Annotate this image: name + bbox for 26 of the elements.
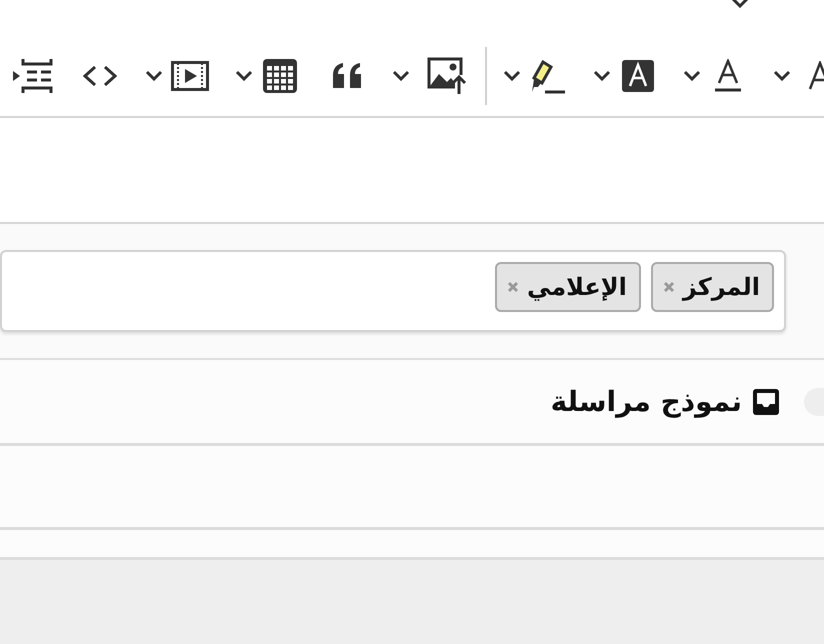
- font-background-icon: [622, 60, 654, 92]
- font-color-icon: [714, 59, 742, 93]
- tag-label: الإعلامي: [526, 273, 627, 301]
- close-icon: [662, 281, 675, 293]
- close-icon: [506, 281, 519, 293]
- quote-icon: [331, 63, 363, 89]
- highlighter-icon: [529, 58, 567, 94]
- table-icon: [263, 59, 297, 93]
- section-title: نموذج مراسلة: [550, 385, 742, 418]
- chevron-down-icon: [235, 70, 253, 82]
- font-size-icon: [808, 61, 824, 91]
- chevron-down-icon: [683, 70, 701, 82]
- chevron-down-icon: [593, 70, 611, 82]
- toolbar-button[interactable]: [13, 56, 53, 96]
- chevron-down-icon: [773, 70, 791, 82]
- code-icon: [83, 65, 117, 87]
- indent-icon: [13, 57, 53, 95]
- toolbar-button[interactable]: [427, 56, 467, 96]
- chevron-down-icon: [145, 70, 163, 82]
- video-icon: [171, 61, 209, 91]
- chevron-down-icon: [503, 70, 521, 82]
- chevron-down-icon: [392, 70, 410, 82]
- toolbar-button[interactable]: [260, 56, 300, 96]
- inbox-icon: [752, 388, 780, 416]
- image-upload-icon: [427, 57, 467, 95]
- tag-label: المركز: [682, 273, 760, 301]
